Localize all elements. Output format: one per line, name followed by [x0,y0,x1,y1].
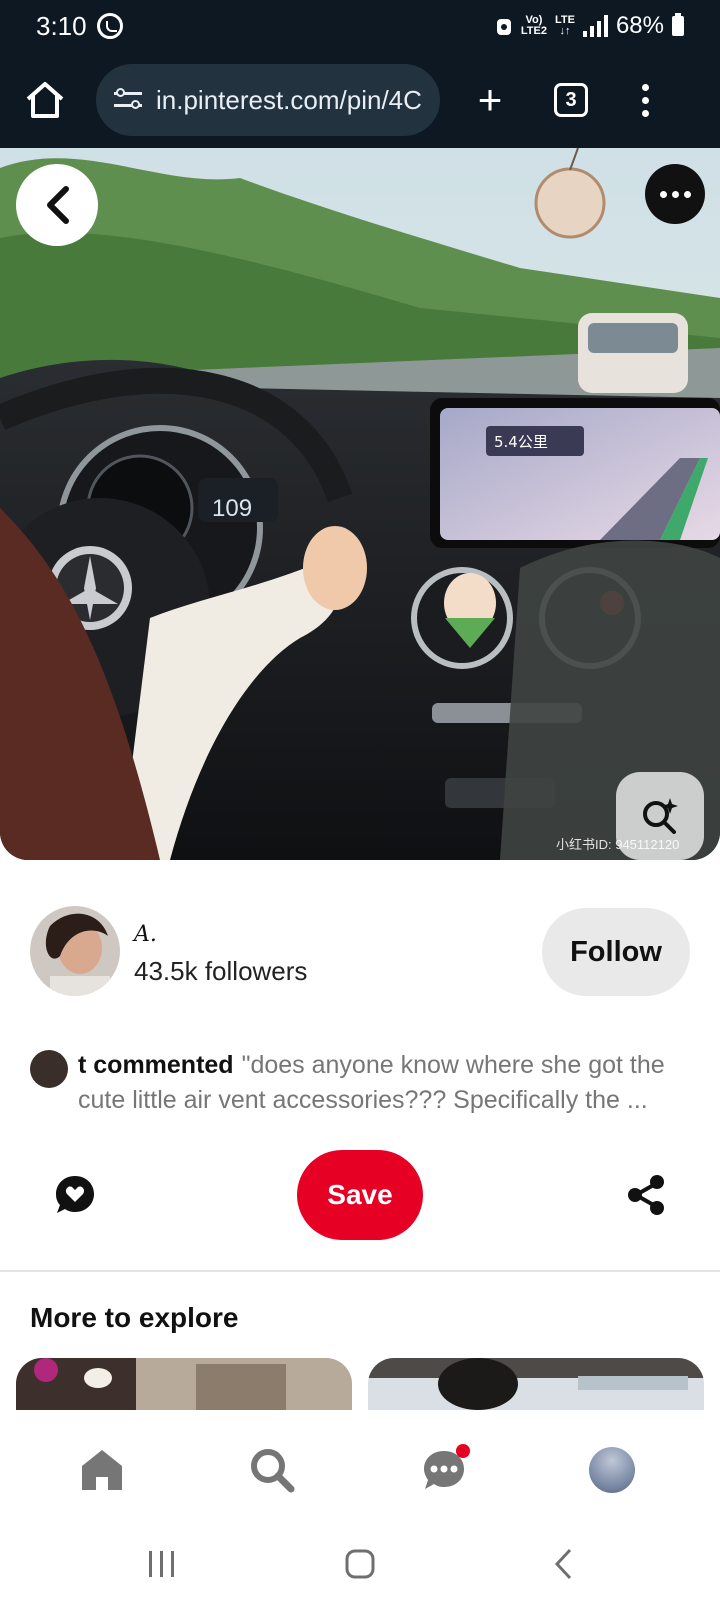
car-interior-photo: 109 5.4公里 [0,148,720,860]
profile-avatar [589,1447,635,1493]
url-text: in.pinterest.com/pin/4C [156,84,422,115]
search-icon [251,1449,295,1493]
whatsapp-icon [96,13,123,39]
home-outline-icon [26,82,64,118]
avatar-photo [30,906,120,996]
tab-switcher-button[interactable]: 3 [554,83,588,117]
creator-avatar[interactable] [30,906,120,996]
battery-percent: 68% [615,12,664,39]
volte-bottom: LTE2 [520,25,547,37]
share-icon[interactable] [626,1174,666,1216]
browser-menu-button[interactable] [642,83,649,117]
section-divider [0,1270,720,1272]
pin-image[interactable]: 109 5.4公里 [0,148,720,860]
follower-count: 43.5k followers [134,956,308,986]
notification-dot [456,1444,470,1458]
chevron-left-icon [554,1548,572,1580]
save-button[interactable]: Save [297,1150,423,1240]
bottom-navigation [0,1412,720,1530]
status-time: 3:10 [36,10,87,41]
home-icon [82,1450,122,1490]
lte-indicator: LTE ↓↑ [555,15,575,37]
browser-toolbar: in.pinterest.com/pin/4C + 3 [0,52,720,148]
image-watermark: 小红书ID: 945112120 [556,837,680,852]
recents-icon [149,1551,174,1577]
square-home-icon [345,1549,375,1579]
creator-row: A. 43.5k followers Follow [30,906,690,996]
nav-distance: 5.4公里 [494,433,548,451]
pin-options-button[interactable] [645,164,705,224]
system-home-button[interactable] [340,1544,380,1584]
comment-preview[interactable]: t commented "does anyone know where she g… [30,1048,700,1118]
recent-apps-button[interactable] [142,1544,182,1584]
alarm-icon [496,19,511,35]
home-button[interactable] [24,80,66,120]
site-settings-icon[interactable] [114,88,142,112]
system-navigation-bar [0,1530,720,1600]
back-button[interactable] [16,164,98,246]
more-to-explore-heading: More to explore [30,1302,239,1333]
explore-pin-card[interactable] [16,1358,352,1410]
volte-indicator: Vo) LTE2 [521,15,547,37]
new-tab-button[interactable]: + [470,76,510,124]
comment-author: t commented [78,1051,234,1079]
signal-icon [582,15,608,37]
address-bar[interactable]: in.pinterest.com/pin/4C [96,64,440,136]
nav-search[interactable] [244,1442,300,1498]
battery-icon [672,13,684,36]
status-icons: Vo) LTE2 LTE ↓↑ 68% [495,12,684,40]
follow-button[interactable]: Follow [542,908,690,996]
explore-pin-image [16,1358,352,1410]
speed-readout: 109 [212,495,252,522]
pin-actions: Save [0,1150,720,1240]
creator-name[interactable]: A. [134,922,157,947]
explore-pin-card[interactable] [368,1358,704,1410]
nav-home[interactable] [74,1442,130,1498]
system-back-button[interactable] [544,1544,584,1584]
lens-sparkle-icon [643,798,678,834]
nav-profile[interactable] [584,1442,640,1498]
data-arrows-icon: ↓↑ [559,25,571,37]
comment-text-block: t commented "does anyone know where she g… [78,1048,700,1118]
chevron-left-icon [47,186,69,224]
explore-pin-image [368,1358,704,1410]
heart-bubble-icon[interactable] [54,1174,96,1216]
commenter-avatar [30,1050,68,1088]
status-bar: 3:10 Vo) LTE2 LTE ↓↑ 68% [0,0,720,52]
nav-messages[interactable] [416,1442,472,1498]
